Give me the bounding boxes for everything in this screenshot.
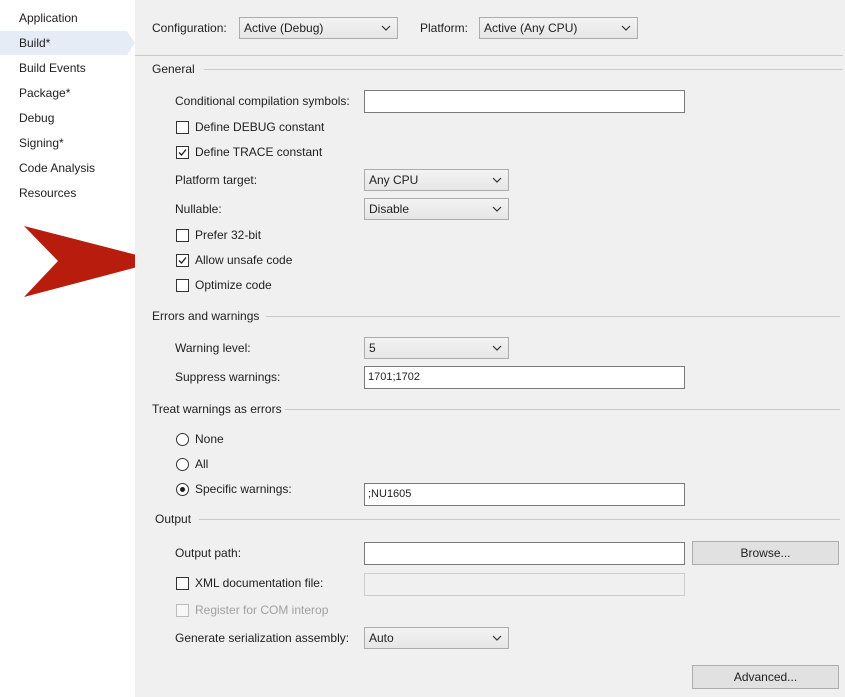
sidebar-nav: Application Build* Build Events Package*… <box>0 0 160 697</box>
platform-target-value: Any CPU <box>369 173 419 187</box>
radio-none[interactable] <box>176 433 189 446</box>
sidebar-item-application[interactable]: Application <box>0 6 135 30</box>
section-title-output: Output <box>155 512 192 526</box>
prefer-32bit-label: Prefer 32-bit <box>195 228 262 242</box>
serialization-assembly-dropdown[interactable]: Auto <box>364 627 509 649</box>
platform-value: Active (Any CPU) <box>484 21 578 35</box>
chevron-down-icon <box>492 635 502 641</box>
section-divider <box>204 69 843 70</box>
radio-all-label: All <box>195 457 209 471</box>
xml-doc-checkbox[interactable] <box>176 577 189 590</box>
checkmark-icon <box>178 257 187 264</box>
sidebar-item-signing[interactable]: Signing* <box>0 131 135 155</box>
platform-label: Platform: <box>420 21 469 35</box>
platform-target-label: Platform target: <box>175 173 258 187</box>
sidebar-item-build[interactable]: Build* <box>0 31 135 55</box>
chevron-down-icon <box>492 206 502 212</box>
sidebar-item-code-analysis[interactable]: Code Analysis <box>0 156 135 180</box>
radio-specific-warnings[interactable] <box>176 483 189 496</box>
advanced-button[interactable]: Advanced... <box>692 665 839 689</box>
nullable-value: Disable <box>369 202 410 216</box>
serialization-assembly-value: Auto <box>369 631 394 645</box>
serialization-assembly-label: Generate serialization assembly: <box>175 631 350 645</box>
allow-unsafe-label: Allow unsafe code <box>195 253 293 267</box>
chevron-down-icon <box>621 25 631 31</box>
radio-none-label: None <box>195 432 224 446</box>
conditional-symbols-label: Conditional compilation symbols: <box>175 94 350 108</box>
section-divider <box>199 519 840 520</box>
nullable-dropdown[interactable]: Disable <box>364 198 509 220</box>
configuration-label: Configuration: <box>152 21 227 35</box>
configuration-dropdown[interactable]: Active (Debug) <box>239 17 398 39</box>
browse-button[interactable]: Browse... <box>692 541 839 565</box>
optimize-code-label: Optimize code <box>195 278 272 292</box>
build-properties-panel: Configuration: Active (Debug) Platform: … <box>135 0 845 697</box>
sidebar-item-label: Package* <box>19 86 71 100</box>
xml-doc-path-input[interactable] <box>364 573 685 596</box>
output-path-label: Output path: <box>175 546 242 560</box>
sidebar-item-label: Application <box>19 11 78 25</box>
section-title-errors: Errors and warnings <box>152 309 260 323</box>
optimize-code-checkbox[interactable] <box>176 279 189 292</box>
section-title-general: General <box>152 62 195 76</box>
chevron-down-icon <box>492 345 502 351</box>
radio-specific-label: Specific warnings: <box>195 482 292 496</box>
warning-level-label: Warning level: <box>175 341 251 355</box>
radio-all[interactable] <box>176 458 189 471</box>
sidebar-item-package[interactable]: Package* <box>0 81 135 105</box>
sidebar-item-build-events[interactable]: Build Events <box>0 56 135 80</box>
suppress-warnings-label: Suppress warnings: <box>175 370 281 384</box>
platform-dropdown[interactable]: Active (Any CPU) <box>479 17 638 39</box>
define-debug-label: Define DEBUG constant <box>195 120 325 134</box>
chevron-down-icon <box>381 25 391 31</box>
warning-level-dropdown[interactable]: 5 <box>364 337 509 359</box>
suppress-warnings-input[interactable]: 1701;1702 <box>364 366 685 389</box>
nullable-label: Nullable: <box>175 202 222 216</box>
specific-warnings-input[interactable]: ;NU1605 <box>364 483 685 506</box>
section-title-treat-warnings: Treat warnings as errors <box>152 402 282 416</box>
section-divider <box>285 409 840 410</box>
checkmark-icon <box>178 149 187 156</box>
sidebar-item-resources[interactable]: Resources <box>0 181 135 205</box>
platform-target-dropdown[interactable]: Any CPU <box>364 169 509 191</box>
register-com-label: Register for COM interop <box>195 603 329 617</box>
warning-level-value: 5 <box>369 341 376 355</box>
section-divider <box>266 316 840 317</box>
xml-doc-label: XML documentation file: <box>195 576 324 590</box>
sidebar-item-label: Resources <box>19 186 77 200</box>
prefer-32bit-checkbox[interactable] <box>176 229 189 242</box>
radio-selected-dot <box>180 487 185 492</box>
define-trace-checkbox[interactable] <box>176 146 189 159</box>
header-divider <box>135 55 843 56</box>
sidebar-item-label: Build* <box>19 36 51 50</box>
configuration-value: Active (Debug) <box>244 21 324 35</box>
define-debug-checkbox[interactable] <box>176 121 189 134</box>
register-com-checkbox[interactable] <box>176 604 189 617</box>
sidebar-item-label: Signing* <box>19 136 64 150</box>
sidebar-item-debug[interactable]: Debug <box>0 106 135 130</box>
sidebar-item-label: Debug <box>19 111 55 125</box>
allow-unsafe-checkbox[interactable] <box>176 254 189 267</box>
chevron-down-icon <box>492 177 502 183</box>
define-trace-label: Define TRACE constant <box>195 145 323 159</box>
output-path-input[interactable] <box>364 542 685 565</box>
sidebar-item-label: Code Analysis <box>19 161 96 175</box>
sidebar-item-label: Build Events <box>19 61 86 75</box>
conditional-symbols-input[interactable] <box>364 90 685 113</box>
